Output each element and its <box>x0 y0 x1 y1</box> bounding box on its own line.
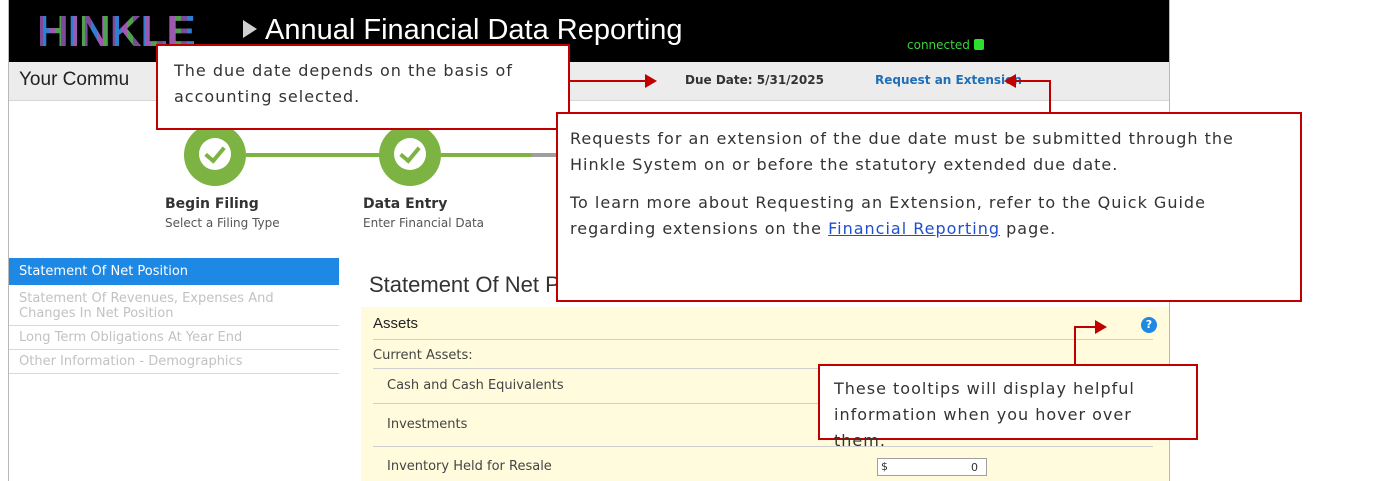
step-connector-line <box>441 153 531 157</box>
callout-connector-line <box>570 80 646 82</box>
row-label: Cash and Cash Equivalents <box>387 378 564 393</box>
connection-status: connected <box>907 38 984 52</box>
tooltip-callout: These tooltips will display helpful info… <box>818 364 1198 450</box>
table-row: Inventory Held for Resale <box>373 447 1153 481</box>
group-header-assets: Assets <box>373 315 1153 340</box>
sidebar-item-revenues-expenses[interactable]: Statement Of Revenues, Expenses And Chan… <box>9 285 339 326</box>
financial-reporting-link[interactable]: Financial Reporting <box>828 219 1000 238</box>
step-1-complete-indicator <box>184 124 246 186</box>
callout-connector-line <box>1074 326 1096 328</box>
community-name: Your Commu <box>19 69 130 90</box>
connection-indicator-icon <box>973 39 984 50</box>
section-title: Statement Of Net Pos <box>369 272 583 297</box>
sidebar-item-long-term-obligations[interactable]: Long Term Obligations At Year End <box>9 326 339 350</box>
request-extension-link[interactable]: Request an Extension <box>875 73 1022 87</box>
app-title: Annual Financial Data Reporting <box>265 14 683 46</box>
row-label: Investments <box>387 417 468 432</box>
check-icon <box>199 138 231 170</box>
section-sidebar: Statement Of Net Position Statement Of R… <box>9 258 339 374</box>
extension-callout-text: Requests for an extension of the due dat… <box>570 129 1234 174</box>
step-2-complete-indicator <box>379 124 441 186</box>
amount-value: 0 <box>971 461 978 474</box>
group-title: Assets <box>373 315 419 332</box>
step-2-subtitle: Enter Financial Data <box>363 216 485 230</box>
currency-symbol: $ <box>881 460 888 473</box>
subgroup-title: Current Assets: <box>373 348 473 363</box>
step-1-subtitle: Select a Filing Type <box>165 216 280 230</box>
arrow-right-icon <box>645 74 657 88</box>
logo-arrow-icon <box>243 20 257 38</box>
step-connector-line <box>246 153 380 157</box>
sidebar-item-other-information[interactable]: Other Information - Demographics <box>9 350 339 374</box>
callout-connector-line <box>1014 80 1050 82</box>
help-tooltip-icon[interactable]: ? <box>1141 317 1157 333</box>
step-2-title: Data Entry <box>363 196 448 212</box>
due-date-label: Due Date: 5/31/2025 <box>685 73 824 87</box>
step-1-title: Begin Filing <box>165 196 259 212</box>
inventory-amount-input[interactable]: $ 0 <box>877 458 987 476</box>
connection-status-label: connected <box>907 38 970 52</box>
callout-connector-line <box>1049 80 1051 113</box>
due-date-callout: The due date depends on the basis of acc… <box>156 44 570 130</box>
sidebar-item-statement-of-net-position[interactable]: Statement Of Net Position <box>9 258 339 285</box>
callout-connector-line <box>1074 326 1076 365</box>
extension-callout: Requests for an extension of the due dat… <box>556 112 1302 302</box>
arrow-right-icon <box>1095 320 1107 334</box>
check-icon <box>394 138 426 170</box>
extension-callout-text-2: To learn more about Requesting an Extens… <box>570 193 1206 238</box>
row-label: Inventory Held for Resale <box>387 459 552 474</box>
